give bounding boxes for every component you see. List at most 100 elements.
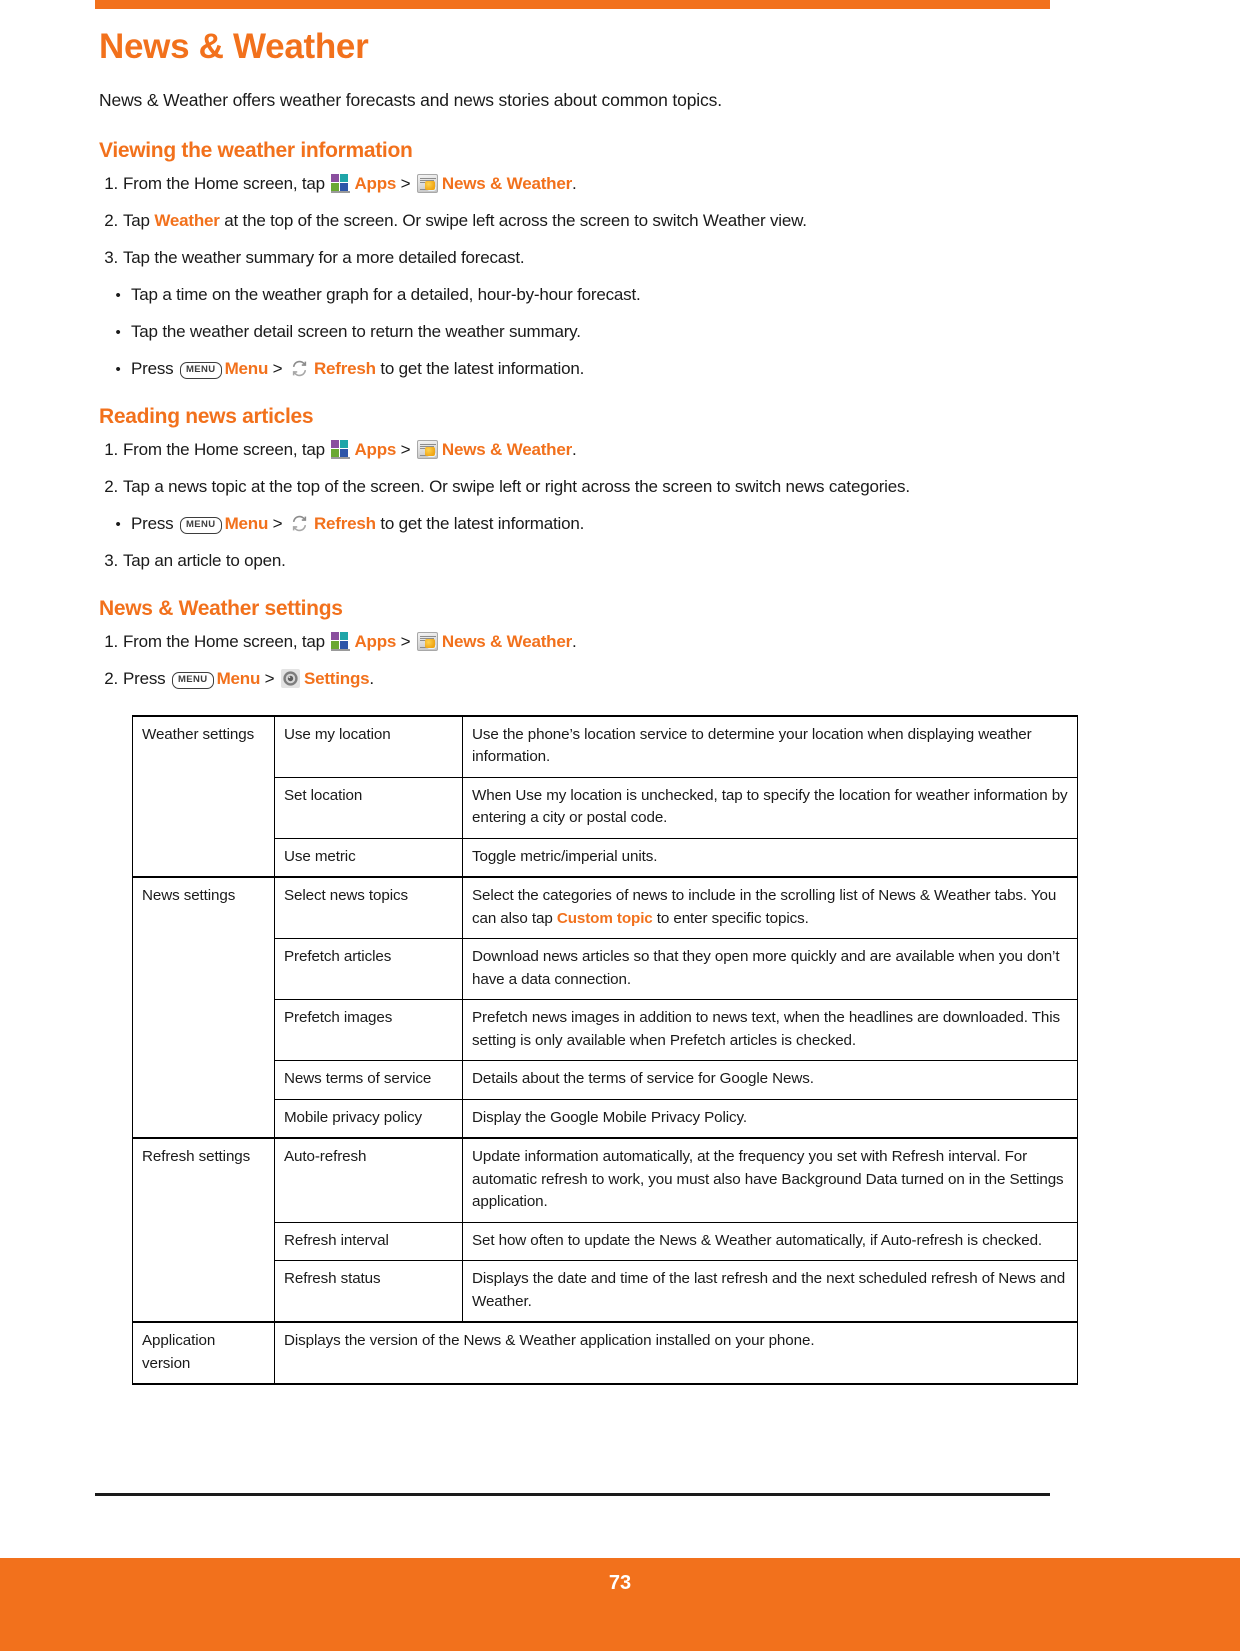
step-text: From the Home screen, tap Apps > News & … [123,439,577,459]
highlight-term: News & Weather [441,174,573,194]
table-row: Use metric Toggle metric/imperial units. [133,837,1078,878]
table-row: Refresh status Displays the date and time… [133,1260,1078,1323]
table-group-label: Application version [132,1321,275,1385]
bullet-item: • Press MENU Menu > Refresh to get the lat… [99,358,1079,381]
news-weather-app-icon [416,631,438,651]
menu-key-icon: MENU [179,361,222,379]
step-text: Tap an article to open. [123,550,286,570]
highlight-term: Refresh [313,358,376,378]
highlight-term: Menu [224,358,269,378]
step-text: Tap Weather at the top of the screen. Or… [123,211,807,231]
table-setting-name: Select news topics [274,876,463,939]
page-title: News & Weather [99,27,369,66]
highlight-term: Refresh [313,513,376,533]
step-text: Tap the weather detail screen to return … [131,322,581,341]
table-description: Download news articles so that they open… [462,938,1078,1000]
table-setting-name: Use metric [274,837,463,878]
table-description: Use the phone’s location service to dete… [462,714,1078,778]
step-list: 1. From the Home screen, tap Apps > News … [99,439,1079,573]
highlight-term: Settings [303,668,370,688]
section-heading: Viewing the weather information [99,139,413,163]
apps-grid-icon [331,439,351,459]
page-number: 73 [608,1572,632,1594]
step-number: 1. [104,439,118,459]
step-number: 2. [104,668,118,688]
menu-key-icon: MENU [171,671,214,689]
table-row: Set location When Use my location is unch… [133,776,1078,839]
apps-grid-icon [331,631,351,651]
bullet-marker: • [115,360,121,378]
step-list: 1. From the Home screen, tap Apps > News … [99,631,1079,691]
page-content: News & Weather News & Weather offers wea… [99,27,1079,1385]
step-number: 3. [104,248,118,268]
section-heading: News & Weather settings [99,596,343,620]
table-group-label: Refresh settings [132,1137,275,1323]
table-description: Update information automatically, at the… [462,1137,1078,1223]
top-accent-rule [95,0,1050,9]
step-list: 1. From the Home screen, tap Apps > News … [99,173,1079,381]
sections-container: Viewing the weather information 1. From th… [99,139,1079,690]
intro-paragraph: News & Weather offers weather forecasts … [99,89,722,110]
step-text: Press MENU Menu > Settings. [123,668,374,689]
step-number: 1. [104,174,118,194]
refresh-icon [290,514,309,533]
refresh-icon [290,359,309,378]
bullet-marker: • [115,287,121,305]
table-description: Prefetch news images in addition to news… [462,999,1078,1061]
table-description: Select the categories of news to include… [462,876,1078,939]
table-row: Prefetch images Prefetch news images in a… [133,999,1078,1061]
apps-grid-icon [331,174,351,194]
table-setting-name: Prefetch articles [274,938,463,1000]
highlight-term: Apps [354,439,397,459]
step-number: 2. [104,211,118,231]
highlight-term: Menu [216,668,261,688]
step-text: Tap a time on the weather graph for a de… [131,285,641,305]
numbered-step: 3. Tap an article to open. [99,550,1079,573]
numbered-step: 3. Tap the weather summary for a more det… [99,247,1079,270]
bullet-marker: • [115,324,121,341]
news-weather-app-icon [416,174,438,194]
step-number: 1. [104,631,118,651]
step-text: Tap a news topic at the top of the scree… [123,476,910,496]
numbered-step: 1. From the Home screen, tap Apps > News … [99,439,1079,462]
table-row: News settings Select news topics Select th… [132,876,1078,1139]
table-group-label: News settings [132,876,275,1139]
numbered-step: 2. Press MENU Menu > Settings. [99,668,1079,691]
table-description: Details about the terms of service for G… [462,1060,1078,1100]
menu-key-icon: MENU [179,516,222,534]
numbered-step: 2. Tap Weather at the top of the screen. … [99,210,1079,233]
settings-gear-icon [280,668,300,688]
bullet-item: • Tap the weather detail screen to return… [99,321,1079,344]
bullet-marker: • [115,515,121,533]
step-text: Press MENU Menu > Refresh to get the late… [131,358,585,379]
step-text: From the Home screen, tap Apps > News & … [123,174,577,194]
table-setting-name: Refresh status [274,1260,463,1323]
table-description: When Use my location is unchecked, tap t… [462,776,1078,839]
numbered-step: 1. From the Home screen, tap Apps > News … [99,173,1079,196]
table-setting-name: Use my location [274,714,463,778]
table-row: Refresh settings Auto-refresh Update infor… [132,1137,1078,1323]
highlight-term: Weather [154,211,220,231]
table-description: Display the Google Mobile Privacy Policy… [462,1098,1078,1139]
table-setting-name: Refresh interval [274,1221,463,1261]
bullet-item: • Press MENU Menu > Refresh to get the lat… [99,513,1079,536]
highlight-term: Apps [354,631,397,651]
numbered-step: 2. Tap a news topic at the top of the scr… [99,476,1079,499]
table-setting-name: Set location [274,776,463,839]
table-row: Weather settings Use my location Use the p… [132,714,1078,878]
table-row: Mobile privacy policy Display the Google … [133,1098,1078,1139]
settings-table: Weather settings Use my location Use the p… [132,714,1078,1385]
table-description: Toggle metric/imperial units. [462,837,1078,878]
table-row: Refresh interval Set how often to update … [133,1221,1078,1261]
table-setting-name: Prefetch images [274,999,463,1061]
step-number: 3. [104,550,118,570]
footer-rule [95,1493,1050,1496]
table-description: Displays the version of the News & Weath… [274,1321,1078,1385]
table-setting-name: Auto-refresh [274,1137,463,1223]
numbered-step: 1. From the Home screen, tap Apps > News … [99,631,1079,654]
step-text: From the Home screen, tap Apps > News & … [123,631,577,651]
table-setting-name: News terms of service [274,1060,463,1100]
highlight-term: Custom topic [556,909,653,927]
highlight-term: Menu [224,513,269,533]
news-weather-app-icon [416,439,438,459]
